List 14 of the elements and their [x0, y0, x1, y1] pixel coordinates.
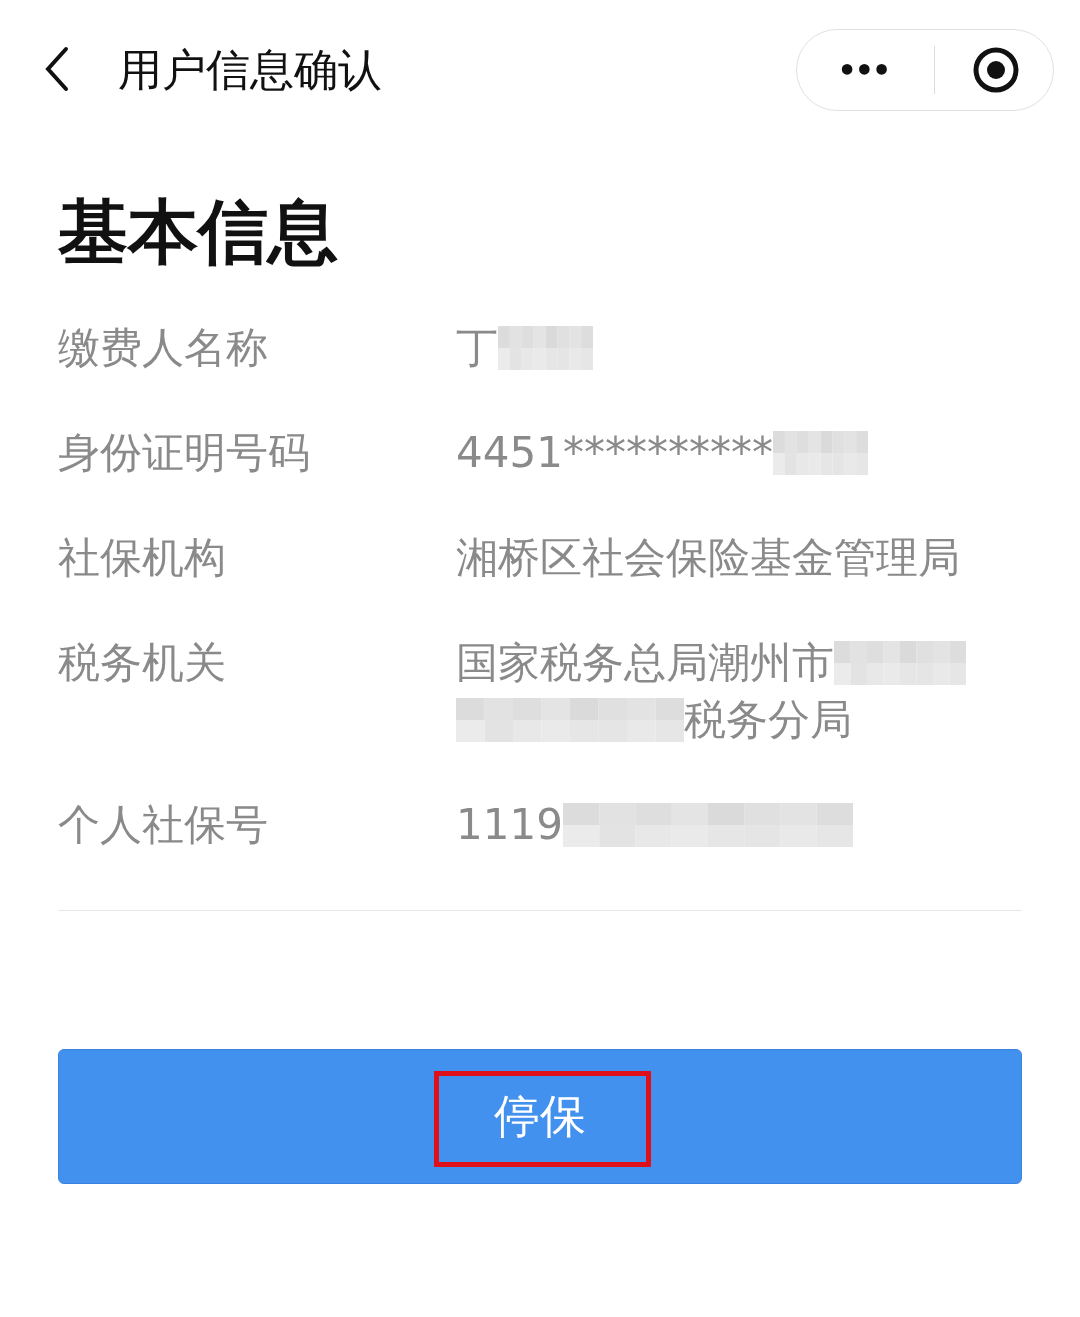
page-title: 用户信息确认 [118, 42, 383, 97]
more-button[interactable]: ••• [829, 52, 898, 88]
field-value: 国家税务总局潮州市 [456, 637, 834, 689]
field-label: 社保机构 [58, 532, 227, 584]
field-value: 4451********** [456, 427, 773, 479]
section-title: 基本信息 [58, 190, 339, 274]
field-value: 丁 [456, 322, 498, 374]
field-label: 个人社保号 [58, 799, 269, 851]
field-value: 1119 [456, 799, 563, 851]
field-value: 税务分局 [684, 694, 852, 746]
field-label: 税务机关 [58, 637, 227, 689]
field-label: 缴费人名称 [58, 322, 269, 374]
field-value: 湘桥区社会保险基金管理局 [456, 532, 960, 584]
field-label: 身份证明号码 [58, 427, 311, 479]
